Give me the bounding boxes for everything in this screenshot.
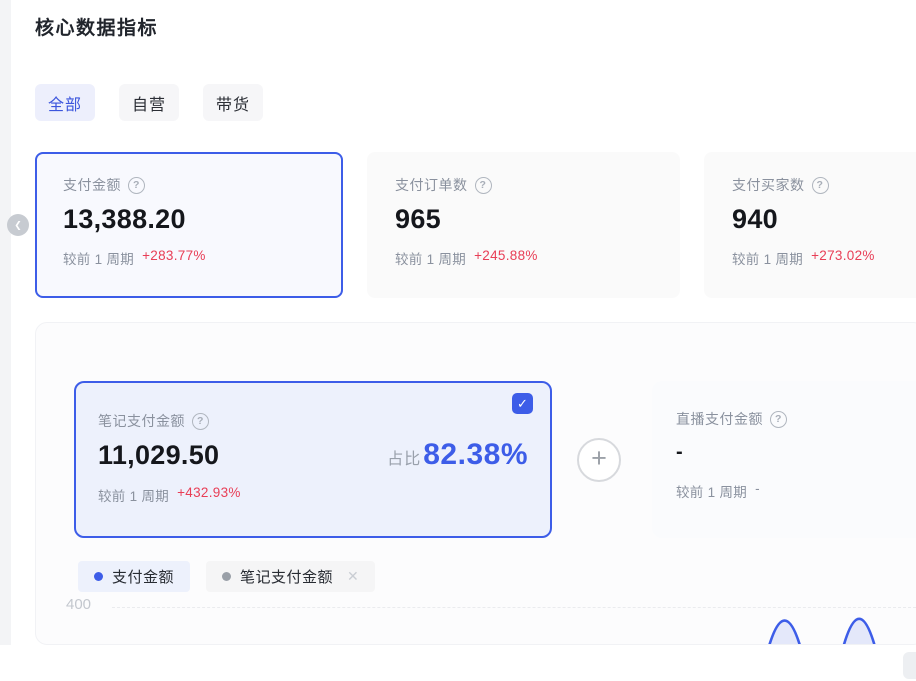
metric-label-row: 支付买家数 ? <box>732 175 916 195</box>
help-icon[interactable]: ? <box>192 413 209 430</box>
line-chart <box>36 605 916 645</box>
tab-self-operated[interactable]: 自营 <box>119 84 179 121</box>
submetric-card-live-payment[interactable]: 直播支付金额 ? - 较前 1 周期 - <box>652 381 916 538</box>
metric-label-row: 支付金额 ? <box>63 175 315 195</box>
period-label: 较前 1 周期 <box>98 485 169 505</box>
submetric-label-row: 笔记支付金额 ? <box>98 411 528 431</box>
delta-value: +283.77% <box>142 248 206 268</box>
legend-item-payment-amount[interactable]: 支付金额 <box>78 561 190 592</box>
metric-label: 支付买家数 <box>732 175 805 195</box>
floating-widget-edge[interactable] <box>903 652 916 679</box>
carousel-left-button[interactable]: ❮ <box>7 214 29 236</box>
submetric-label: 直播支付金额 <box>676 409 763 429</box>
ratio-value: 82.38% <box>423 438 528 472</box>
submetric-card-note-payment[interactable]: ✓ 笔记支付金额 ? 11,029.50 占比 82.38% 较前 1 周期 +… <box>74 381 552 538</box>
legend-item-note-payment-amount[interactable]: 笔记支付金额 ✕ <box>206 561 375 592</box>
submetric-label-row: 直播支付金额 ? <box>676 409 910 429</box>
check-icon: ✓ <box>517 396 528 412</box>
page-left-margin <box>0 0 11 645</box>
legend-label: 笔记支付金额 <box>240 566 333 587</box>
ratio-label: 占比 <box>387 445 421 469</box>
scope-tabs: 全部 自营 带货 <box>35 84 263 121</box>
metric-value: 965 <box>395 204 652 235</box>
metric-cards-row: 支付金额 ? 13,388.20 较前 1 周期 +283.77% 支付订单数 … <box>35 152 916 298</box>
period-label: 较前 1 周期 <box>732 248 803 268</box>
submetric-value-row: 11,029.50 占比 82.38% <box>98 438 528 472</box>
metric-card-payment-buyers[interactable]: 支付买家数 ? 940 较前 1 周期 +273.02% <box>704 152 916 298</box>
delta-value: +432.93% <box>177 485 241 505</box>
metric-delta-row: 较前 1 周期 +273.02% <box>732 248 916 268</box>
submetric-delta-row: 较前 1 周期 +432.93% <box>98 485 528 505</box>
plus-icon: + <box>591 445 607 472</box>
add-metric-button[interactable]: + <box>577 438 621 482</box>
metric-delta-row: 较前 1 周期 +245.88% <box>395 248 652 268</box>
legend-label: 支付金额 <box>112 566 174 587</box>
period-label: 较前 1 周期 <box>395 248 466 268</box>
chevron-left-icon: ❮ <box>14 220 22 231</box>
metric-value: 940 <box>732 204 916 235</box>
chart-panel: ✓ 笔记支付金额 ? 11,029.50 占比 82.38% 较前 1 周期 +… <box>35 322 916 645</box>
metric-label: 支付订单数 <box>395 175 468 195</box>
metric-delta-row: 较前 1 周期 +283.77% <box>63 248 315 268</box>
submetric-delta-row: 较前 1 周期 - <box>676 481 910 501</box>
delta-value: - <box>755 481 760 501</box>
period-label: 较前 1 周期 <box>676 481 747 501</box>
period-label: 较前 1 周期 <box>63 248 134 268</box>
dashboard-screen: 核心数据指标 全部 自营 带货 ❮ 支付金额 ? 13,388.20 较前 1 … <box>0 0 916 681</box>
metric-label: 支付金额 <box>63 175 121 195</box>
chart-legend: 支付金额 笔记支付金额 ✕ <box>78 561 375 592</box>
submetric-label: 笔记支付金额 <box>98 411 185 431</box>
metric-card-payment-amount[interactable]: 支付金额 ? 13,388.20 较前 1 周期 +283.77% <box>35 152 343 298</box>
tab-affiliate[interactable]: 带货 <box>203 84 263 121</box>
metric-value: 13,388.20 <box>63 204 315 235</box>
submetric-value: - <box>676 441 910 464</box>
help-icon[interactable]: ? <box>812 177 829 194</box>
legend-dot-blue <box>94 572 103 581</box>
metric-label-row: 支付订单数 ? <box>395 175 652 195</box>
submetric-value: 11,029.50 <box>98 440 219 471</box>
delta-value: +245.88% <box>474 248 538 268</box>
help-icon[interactable]: ? <box>128 177 145 194</box>
help-icon[interactable]: ? <box>475 177 492 194</box>
metric-card-payment-orders[interactable]: 支付订单数 ? 965 较前 1 周期 +245.88% <box>367 152 680 298</box>
legend-dot-gray <box>222 572 231 581</box>
delta-value: +273.02% <box>811 248 875 268</box>
checkbox-checked[interactable]: ✓ <box>512 393 533 414</box>
help-icon[interactable]: ? <box>770 411 787 428</box>
tab-all[interactable]: 全部 <box>35 84 95 121</box>
page-title: 核心数据指标 <box>35 13 158 40</box>
close-icon[interactable]: ✕ <box>347 568 359 585</box>
